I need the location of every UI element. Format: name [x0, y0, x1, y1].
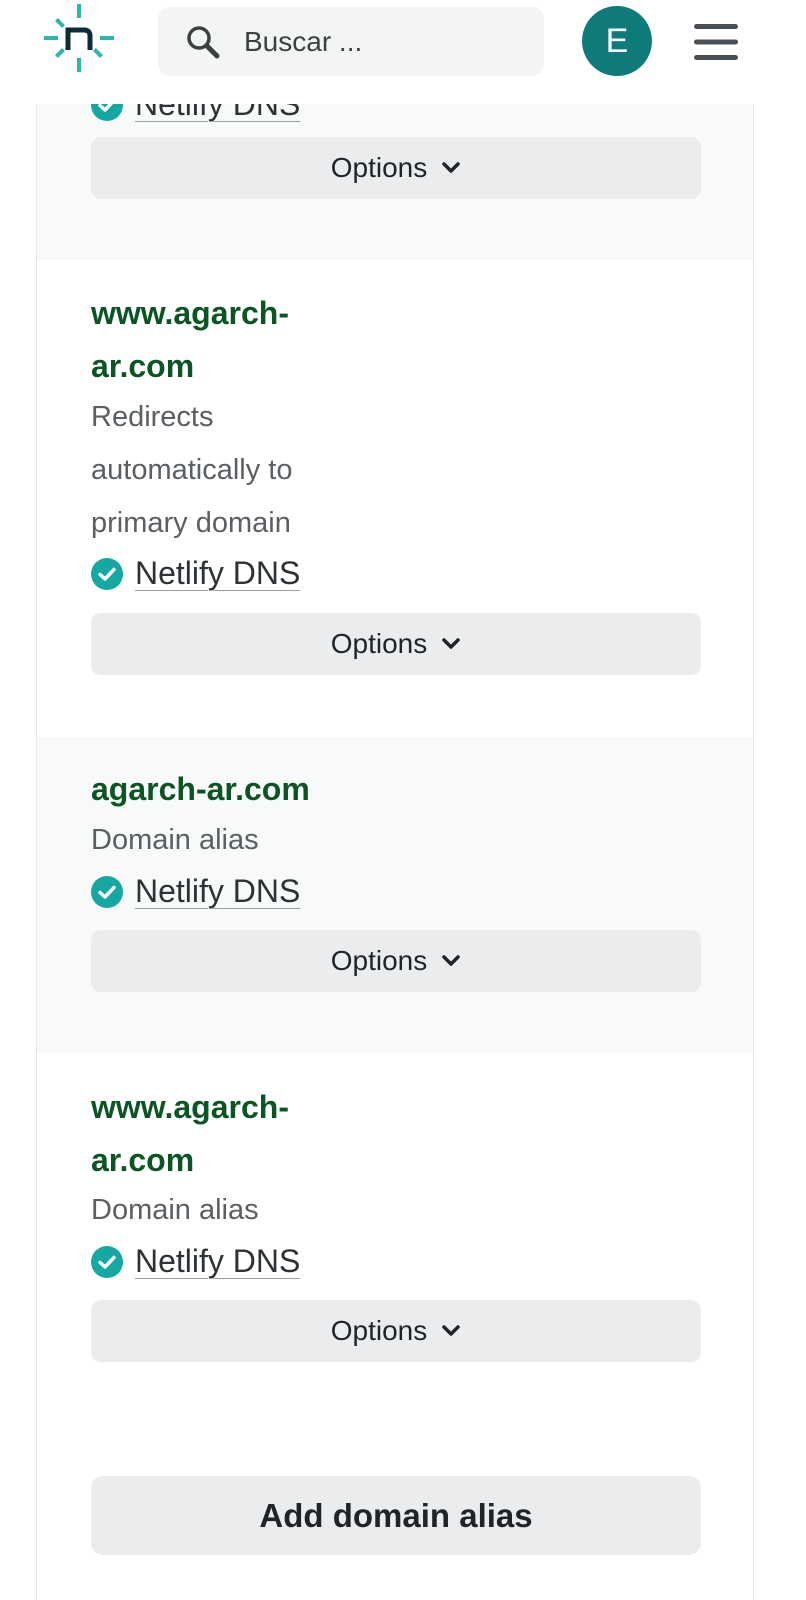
netlify-dns-link[interactable]: Netlify DNS — [135, 553, 300, 593]
search-icon — [187, 26, 220, 59]
domain-item: www.agarch- ar.com Domain alias Netlify … — [37, 1053, 753, 1423]
options-button[interactable]: Options — [91, 613, 701, 675]
check-circle-icon — [91, 876, 123, 908]
options-label: Options — [330, 945, 428, 976]
domain-name: www.agarch- ar.com — [91, 295, 289, 384]
netlify-dns-link[interactable]: Netlify DNS — [135, 1241, 300, 1281]
chevron-down-icon — [442, 638, 460, 649]
netlify-logo-icon[interactable] — [44, 4, 114, 72]
netlify-dns-link[interactable]: Netlify DNS — [135, 871, 300, 911]
chevron-down-icon — [442, 955, 460, 966]
domain-description: Domain alias — [91, 824, 259, 856]
domain-item: www.agarch- ar.com Redirects automatical… — [37, 260, 753, 737]
chevron-down-icon — [442, 162, 460, 173]
add-domain-alias-button[interactable]: Add domain alias — [91, 1476, 701, 1555]
options-label: Options — [330, 1315, 428, 1346]
options-label: Options — [330, 152, 428, 183]
options-button[interactable]: Options — [91, 930, 701, 992]
search-bar[interactable] — [158, 7, 544, 76]
domain-name: agarch-ar.com — [91, 771, 310, 807]
domains-panel: Netlify DNS Options www.agarch- ar.com R… — [36, 0, 754, 1600]
domain-item: agarch-ar.com Domain alias Netlify DNS O… — [37, 737, 753, 1053]
hamburger-menu-icon[interactable] — [694, 24, 738, 60]
domain-description: Redirects automatically to primary domai… — [91, 401, 293, 539]
chevron-down-icon — [442, 1325, 460, 1336]
search-input[interactable] — [244, 7, 524, 76]
check-circle-icon — [91, 1246, 123, 1278]
top-header: E — [0, 0, 806, 104]
options-label: Options — [330, 628, 428, 659]
options-button[interactable]: Options — [91, 1300, 701, 1362]
check-circle-icon — [91, 558, 123, 590]
domain-name: www.agarch- ar.com — [91, 1089, 289, 1178]
user-avatar[interactable]: E — [582, 6, 652, 76]
domain-description: Domain alias — [91, 1194, 259, 1226]
options-button[interactable]: Options — [91, 137, 701, 199]
